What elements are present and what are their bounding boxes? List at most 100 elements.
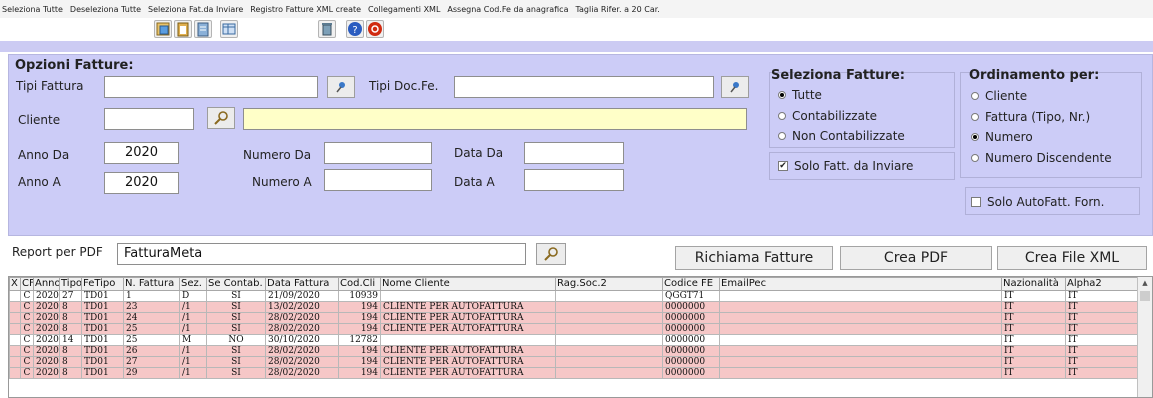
column-header[interactable]: N. Fattura [123, 277, 180, 291]
data-a-input[interactable] [524, 169, 624, 191]
column-header[interactable]: Alpha2 [1065, 277, 1138, 291]
table-cell: 2020 [33, 290, 60, 302]
menu-seleziona-da-inviare[interactable]: Seleziona Fat.da Inviare [148, 5, 243, 14]
ordinamento-option-cliente[interactable]: Cliente [971, 89, 1027, 103]
column-header[interactable]: EmailPec [719, 277, 1002, 291]
table-row[interactable]: C 2020 8 TD01 26/1 SI 28/02/2020 194 CLIENTE PER… [9, 345, 1138, 357]
clipboard-icon[interactable] [174, 20, 192, 38]
column-header[interactable]: X [9, 277, 21, 291]
checkbox-solo-autofatt[interactable] [971, 197, 981, 207]
grid-vertical-scrollbar[interactable]: ▲ [1137, 277, 1152, 397]
menu-seleziona-tutte[interactable]: Seleziona Tutte [2, 5, 63, 14]
stop-icon[interactable] [366, 20, 384, 38]
table-cell: /1 [179, 367, 207, 379]
anno-da-input[interactable]: 2020 [104, 142, 179, 164]
column-header[interactable]: Anno [33, 277, 60, 291]
radio-numero[interactable] [971, 133, 979, 141]
column-header[interactable]: Se Contab. [206, 277, 266, 291]
radio-fattura[interactable] [971, 113, 979, 121]
table-cell [9, 290, 21, 302]
fatture-grid[interactable]: X CF Anno Tipo FeTipo N. Fattura Sez. Se Contab… [8, 276, 1153, 398]
table-row[interactable]: C 2020 8 TD01 24/1 SI 28/02/2020 194 CLIENTE PER… [9, 312, 1138, 324]
table-cell: IT [1065, 312, 1138, 324]
radio-cliente[interactable] [971, 92, 979, 100]
ordinamento-option-numero[interactable]: Numero [971, 130, 1033, 144]
column-header[interactable]: CF [20, 277, 34, 291]
table-cell: IT [1065, 356, 1138, 368]
scroll-thumb[interactable] [1140, 291, 1150, 301]
seleziona-option-tutte[interactable]: Tutte [778, 88, 822, 102]
crea-pdf-button[interactable]: Crea PDF [840, 246, 992, 270]
anno-da-label: Anno Da [18, 148, 70, 162]
table-cell [9, 323, 21, 335]
tipi-docfe-input[interactable] [454, 76, 714, 98]
anno-a-input[interactable]: 2020 [104, 172, 179, 194]
table-cell: C [20, 323, 34, 335]
column-header[interactable]: Data Fattura [265, 277, 339, 291]
table-cell: CLIENTE PER AUTOFATTURA [380, 323, 556, 335]
report-search-button[interactable] [536, 243, 566, 265]
menu-assegna-codfe[interactable]: Assegna Cod.Fe da anagrafica [447, 5, 568, 14]
table-cell: M [179, 334, 207, 346]
tipi-fattura-input[interactable] [104, 76, 318, 98]
tipi-docfe-pick-button[interactable] [721, 76, 749, 98]
table-row[interactable]: C 2020 8 TD01 23/1 SI 13/02/2020 194 CLIENTE PER… [9, 301, 1138, 313]
richiama-fatture-button[interactable]: Richiama Fatture [675, 246, 833, 270]
menu-collegamenti-xml[interactable]: Collegamenti XML [368, 5, 440, 14]
report-input[interactable]: FatturaMeta [117, 243, 526, 265]
solo-inviare-checkbox[interactable]: ✔ Solo Fatt. da Inviare [778, 159, 913, 173]
table-cell: TD01 [81, 367, 124, 379]
solo-autofatt-checkbox[interactable]: Solo AutoFatt. Forn. [971, 195, 1104, 209]
table-cell: D [179, 290, 207, 302]
menu-registro-fatture-xml[interactable]: Registro Fatture XML create [250, 5, 361, 14]
cliente-code-input[interactable] [104, 108, 194, 130]
table-cell: 2020 [33, 334, 60, 346]
cliente-search-button[interactable] [207, 107, 235, 129]
column-header[interactable]: Sez. [179, 277, 207, 291]
table-row[interactable]: C 2020 14 TD01 25 M NO 30/10/2020 12782 0000000 IT… [9, 334, 1138, 346]
report-icon[interactable] [194, 20, 212, 38]
column-header[interactable]: FeTipo [81, 277, 124, 291]
copy-icon[interactable] [154, 20, 172, 38]
help-icon[interactable]: ? [346, 20, 364, 38]
radio-contabilizzate[interactable] [778, 112, 786, 120]
numero-a-input[interactable] [324, 169, 432, 191]
column-header[interactable]: Codice FE [662, 277, 720, 291]
ordinamento-option-numero-discendente[interactable]: Numero Discendente [971, 151, 1112, 165]
column-header[interactable]: Rag.Soc.2 [555, 277, 663, 291]
table-cell: 2020 [33, 323, 60, 335]
data-da-input[interactable] [524, 142, 624, 164]
table-cell: IT [1065, 290, 1138, 302]
table-cell: IT [1001, 345, 1066, 357]
seleziona-option-contabilizzate[interactable]: Contabilizzate [778, 109, 877, 123]
column-header[interactable]: Nazionalità [1001, 277, 1066, 291]
table-cell: 28/02/2020 [265, 356, 339, 368]
table-row[interactable]: C 2020 8 TD01 27/1 SI 28/02/2020 194 CLIENTE PER… [9, 356, 1138, 368]
checkbox-solo-inviare[interactable]: ✔ [778, 161, 788, 171]
radio-tutte[interactable] [778, 91, 786, 99]
table-row[interactable]: C 2020 27 TD01 1 D SI 21/09/2020 10939 QGGT71 IT IT [9, 290, 1138, 302]
table-cell [555, 290, 663, 302]
radio-numero-discendente[interactable] [971, 154, 979, 162]
table-cell: 30/10/2020 [265, 334, 339, 346]
seleziona-option-non-contabilizzate[interactable]: Non Contabilizzate [778, 129, 905, 143]
table-cell: 28/02/2020 [265, 367, 339, 379]
table-row[interactable]: C 2020 8 TD01 29/1 SI 28/02/2020 194 CLIENTE PER… [9, 367, 1138, 379]
options-title: Opzioni Fatture: [15, 58, 134, 73]
crea-file-xml-button[interactable]: Crea File XML [997, 246, 1147, 270]
menu-deseleziona-tutte[interactable]: Deseleziona Tutte [70, 5, 141, 14]
table-row[interactable]: C 2020 8 TD01 25/1 SI 28/02/2020 194 CLIENTE PER… [9, 323, 1138, 335]
menu-taglia-rifer[interactable]: Taglia Rifer. a 20 Car. [575, 5, 659, 14]
column-header[interactable]: Tipo [59, 277, 82, 291]
column-header[interactable]: Cod.Cli [338, 277, 381, 291]
table-cell: 194 [338, 367, 381, 379]
table-icon[interactable] [220, 20, 238, 38]
tipi-fattura-pick-button[interactable] [327, 76, 355, 98]
trash-icon[interactable] [318, 20, 336, 38]
scroll-up-icon[interactable]: ▲ [1138, 277, 1152, 289]
radio-non-contabilizzate[interactable] [778, 132, 786, 140]
column-header[interactable]: Nome Cliente [380, 277, 556, 291]
ordinamento-option-fattura[interactable]: Fattura (Tipo, Nr.) [971, 110, 1090, 124]
table-cell: 13/02/2020 [265, 301, 339, 313]
numero-da-input[interactable] [324, 142, 432, 164]
